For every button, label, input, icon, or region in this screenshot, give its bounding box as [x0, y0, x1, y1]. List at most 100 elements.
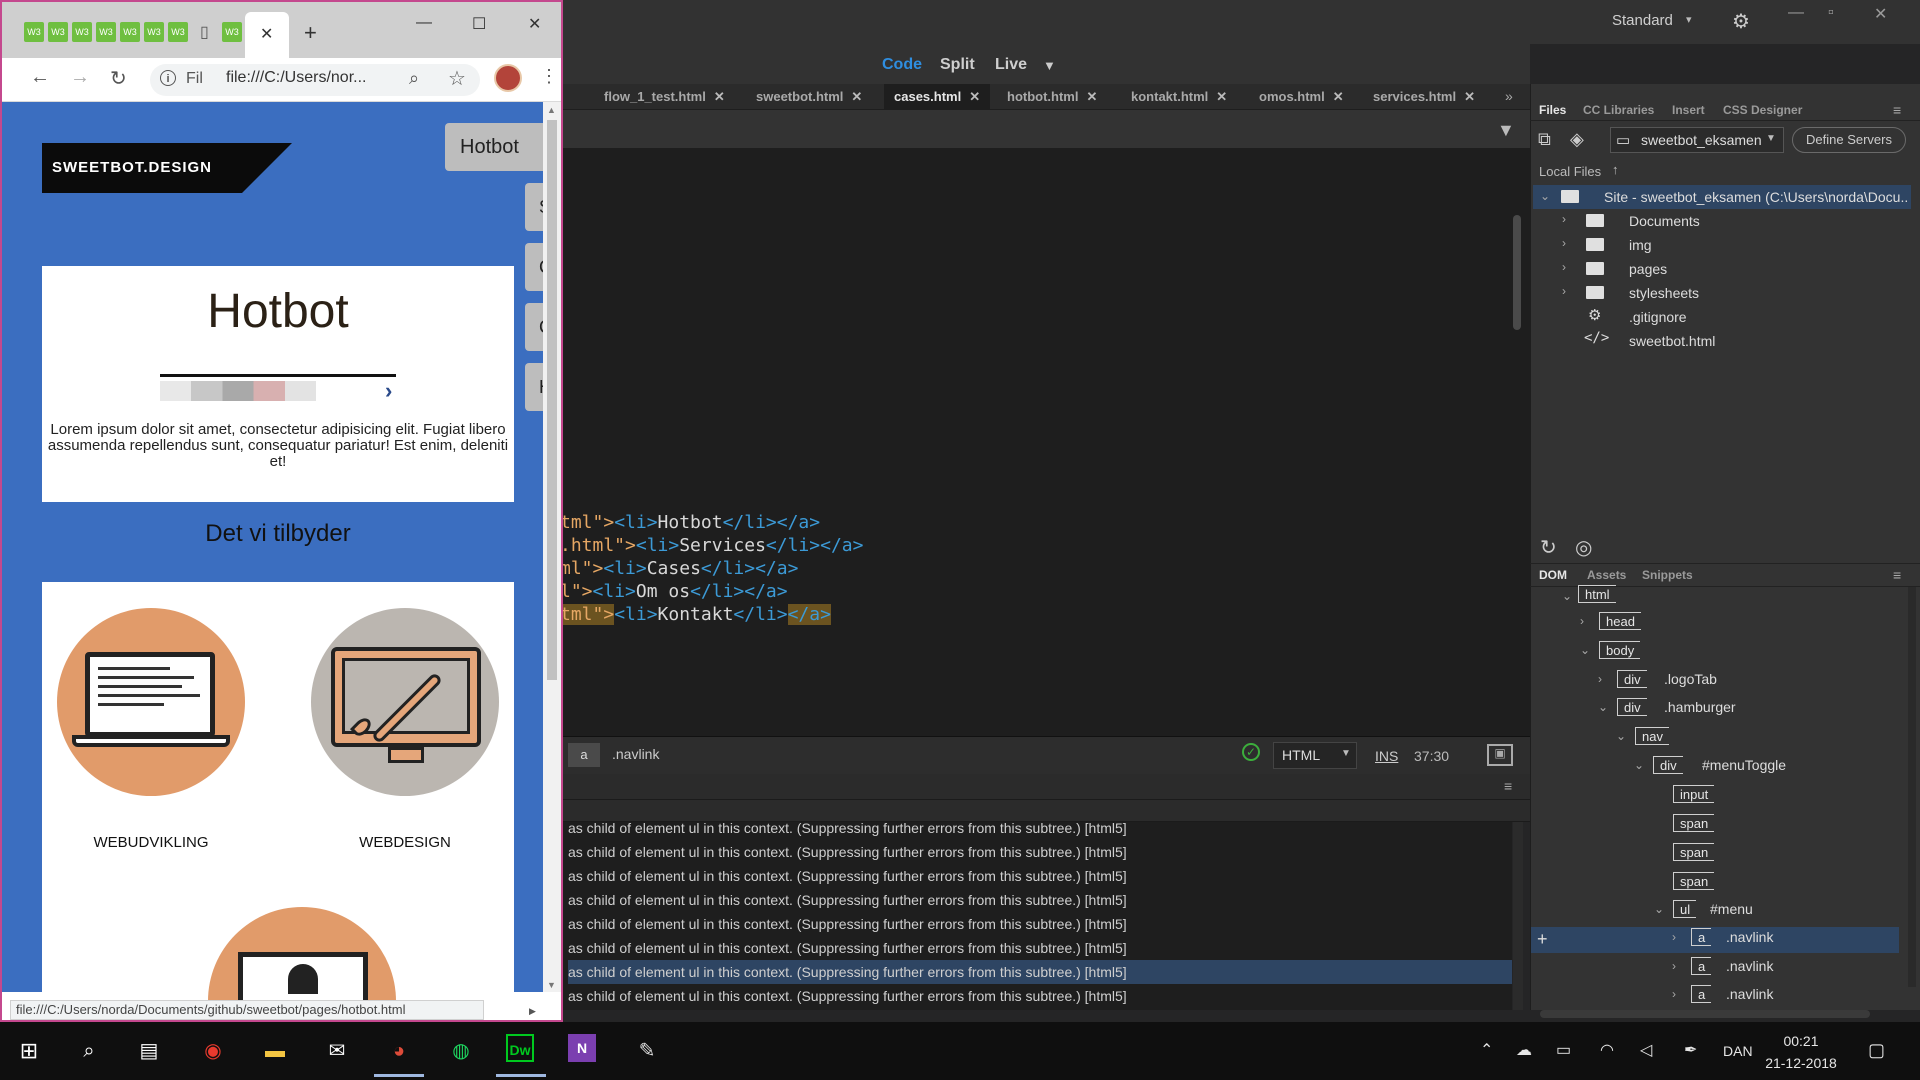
output-line-selected[interactable]: as child of element ul in this context. …: [568, 960, 1512, 984]
site-logo[interactable]: SWEETBOT.DESIGN: [52, 159, 212, 176]
onenote-icon[interactable]: N: [568, 1034, 596, 1062]
maximize-icon[interactable]: ▫: [1828, 4, 1834, 22]
define-servers-button[interactable]: Define Servers: [1792, 127, 1906, 153]
info-icon[interactable]: i: [160, 70, 176, 86]
zoom-icon[interactable]: ⌕: [409, 68, 419, 89]
dom-row-selected[interactable]: [1531, 927, 1899, 953]
minimize-icon[interactable]: —: [1788, 4, 1804, 22]
task-view-icon[interactable]: ▤: [132, 1034, 166, 1068]
w3c-tab-icon[interactable]: W3: [96, 22, 116, 42]
chevron-right-icon[interactable]: ›: [1672, 987, 1676, 1001]
w3c-tab-icon[interactable]: W3: [144, 22, 164, 42]
site-select[interactable]: sweetbot_eksamen: [1610, 127, 1784, 153]
output-line[interactable]: as child of element ul in this context. …: [568, 840, 1512, 864]
chevron-down-icon[interactable]: ▾: [1686, 13, 1692, 26]
scroll-up-icon[interactable]: ▲: [547, 105, 556, 115]
scroll-right-icon[interactable]: ▶: [529, 1006, 536, 1017]
tree-item-img[interactable]: img: [1629, 237, 1652, 253]
dom-node-tag[interactable]: span: [1673, 814, 1715, 832]
url-text[interactable]: file:///C:/Users/nor...: [226, 69, 396, 87]
dom-node-tag[interactable]: a: [1691, 985, 1712, 1003]
doc-tab[interactable]: omos.html ✕: [1249, 84, 1354, 110]
tab-css-designer[interactable]: CSS Designer: [1723, 103, 1802, 117]
search-icon[interactable]: ⌕: [72, 1034, 106, 1068]
output-line[interactable]: as child of element ul in this context. …: [568, 912, 1512, 936]
scroll-down-icon[interactable]: ▼: [547, 980, 556, 990]
dom-node-tag[interactable]: a: [1691, 928, 1712, 946]
live-view-button[interactable]: Live: [995, 56, 1027, 74]
panel-menu-icon[interactable]: ≡: [1893, 567, 1901, 583]
tab-dom[interactable]: DOM: [1539, 568, 1567, 582]
w3c-tab-icon[interactable]: W3: [48, 22, 68, 42]
volume-icon[interactable]: ◁: [1640, 1040, 1652, 1060]
filter-icon[interactable]: ▼: [1497, 120, 1515, 141]
doc-tab[interactable]: hotbot.html ✕: [997, 84, 1107, 110]
output-line[interactable]: as child of element ul in this context. …: [568, 984, 1512, 1008]
notifications-icon[interactable]: ▢: [1868, 1040, 1885, 1061]
chevron-down-icon[interactable]: ⌄: [1580, 643, 1590, 657]
dreamweaver-icon[interactable]: Dw: [506, 1034, 534, 1062]
chevron-down-icon[interactable]: ⌄: [1598, 700, 1608, 714]
output-line[interactable]: as child of element ul in this context. …: [568, 816, 1512, 840]
forward-icon[interactable]: →: [70, 66, 90, 89]
doc-tab[interactable]: sweetbot.html ✕: [746, 84, 872, 110]
panel-menu-icon[interactable]: ≡: [1504, 778, 1512, 794]
chevron-right-icon[interactable]: ›: [1672, 930, 1676, 944]
chevron-down-icon[interactable]: ▼: [1341, 748, 1351, 759]
wifi-icon[interactable]: ◠: [1600, 1040, 1614, 1060]
w3c-tab-icon[interactable]: W3: [120, 22, 140, 42]
chevron-down-icon[interactable]: ⌄: [1540, 189, 1550, 203]
workspace-switcher[interactable]: Standard: [1612, 12, 1673, 29]
tab-snippets[interactable]: Snippets: [1642, 568, 1693, 582]
onedrive-icon[interactable]: ☁: [1516, 1040, 1532, 1060]
close-icon[interactable]: ✕: [1333, 89, 1344, 104]
dom-node-tag[interactable]: nav: [1635, 727, 1669, 745]
add-element-icon[interactable]: +: [1537, 929, 1548, 950]
chrome-icon[interactable]: ◕: [382, 1034, 416, 1068]
mail-icon[interactable]: ✉: [320, 1034, 354, 1068]
tree-item-stylesheets[interactable]: stylesheets: [1629, 285, 1699, 301]
output-line[interactable]: as child of element ul in this context. …: [568, 888, 1512, 912]
doc-tab[interactable]: services.html ✕: [1363, 84, 1485, 110]
code-scrollbar[interactable]: [1513, 215, 1521, 330]
w3c-tab-icon[interactable]: W3: [72, 22, 92, 42]
clock-date[interactable]: 21-12-2018: [1762, 1055, 1840, 1071]
dom-node-tag[interactable]: input: [1673, 785, 1715, 803]
insert-mode-toggle[interactable]: INS: [1375, 748, 1398, 764]
dom-node-tag[interactable]: a: [1691, 957, 1712, 975]
minimize-icon[interactable]: —: [416, 14, 432, 32]
dom-horizontal-scrollbar[interactable]: [1540, 1010, 1870, 1018]
sort-arrow-icon[interactable]: ↑: [1612, 162, 1619, 177]
close-icon[interactable]: ✕: [260, 24, 273, 44]
output-line[interactable]: as child of element ul in this context. …: [568, 864, 1512, 888]
creative-cloud-icon[interactable]: ◉: [196, 1034, 230, 1068]
tag-selector-class[interactable]: .navlink: [612, 746, 659, 762]
dom-node-tag[interactable]: div: [1653, 756, 1683, 774]
output-line[interactable]: as child of element ul in this context. …: [568, 936, 1512, 960]
tab-insert[interactable]: Insert: [1672, 103, 1705, 117]
image-slider[interactable]: [160, 381, 316, 401]
page-tab-icon[interactable]: ▯: [200, 22, 209, 42]
local-files-header[interactable]: Local Files: [1539, 164, 1601, 179]
w3c-tab-icon[interactable]: W3: [168, 22, 188, 42]
tree-item-gitignore[interactable]: .gitignore: [1629, 309, 1687, 325]
scrollbar-thumb[interactable]: [547, 120, 557, 680]
chevron-right-icon[interactable]: ›: [1598, 672, 1602, 686]
doc-tab-active[interactable]: cases.html ✕: [884, 84, 991, 110]
tab-assets[interactable]: Assets: [1587, 568, 1626, 582]
pen-icon[interactable]: ✒: [1684, 1040, 1697, 1060]
connect-icon[interactable]: ⧉: [1538, 129, 1551, 150]
close-icon[interactable]: ✕: [1086, 89, 1097, 104]
windows-start-icon[interactable]: ⊞: [12, 1034, 46, 1068]
close-icon[interactable]: ✕: [1874, 4, 1887, 24]
new-tab-icon[interactable]: +: [304, 20, 317, 46]
tab-files[interactable]: Files: [1539, 103, 1566, 117]
nav-tab-hotbot[interactable]: Hotbot: [445, 123, 545, 171]
chevron-right-icon[interactable]: ›: [1580, 614, 1584, 628]
doc-tab[interactable]: flow_1_test.html ✕: [594, 84, 735, 110]
close-icon[interactable]: ✕: [1216, 89, 1227, 104]
preview-icon[interactable]: ▣: [1487, 744, 1513, 766]
reload-icon[interactable]: ↻: [110, 66, 127, 91]
site-info-chip[interactable]: Fil: [186, 70, 203, 88]
tab-cc-libraries[interactable]: CC Libraries: [1583, 103, 1654, 117]
